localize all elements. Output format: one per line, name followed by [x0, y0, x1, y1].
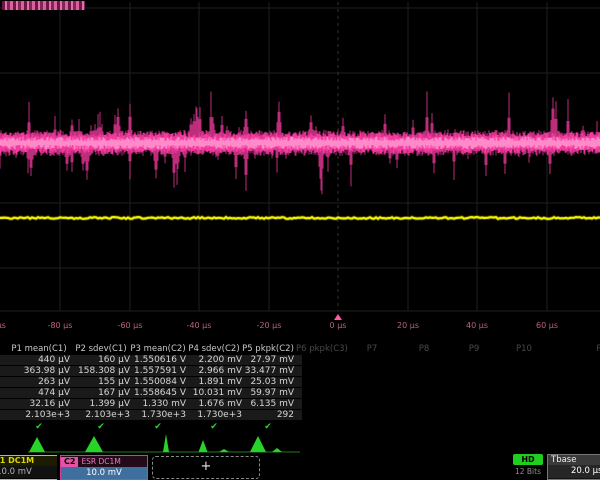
measurement-cell: 2.103e+3 [72, 410, 130, 420]
channel-c2-header: C2 ESR DC1M [61, 456, 147, 467]
time-tick-label: 40 µs [466, 321, 488, 330]
measurement-cell: 1.891 mV [186, 377, 242, 387]
measurement-header-p5[interactable]: P5 pkpk(C2) [242, 344, 294, 354]
measurement-cell: 25.03 mV [242, 377, 294, 387]
time-tick-label: 20 µs [397, 321, 419, 330]
measurement-cell: 2.966 mV [186, 366, 242, 376]
measurement-cell: 1.557591 V [130, 366, 186, 376]
channel-c1-scale: 10.0 mV [0, 466, 57, 478]
bottom-bar: C1 DC1M 10.0 mV C2 ESR DC1M 10.0 mV + HD… [0, 452, 600, 480]
timebase-label: Tbase [548, 455, 600, 465]
measurement-header-dim[interactable]: P8 [404, 344, 444, 354]
timebase-scale: 20.0 µs/div [548, 465, 600, 478]
histicon-peak [199, 440, 208, 452]
timebase-descriptor[interactable]: Tbase 20.0 µs/div [547, 454, 600, 480]
measurement-cell: 363.98 µV [8, 366, 70, 376]
hd-mode-badge[interactable]: HD [513, 454, 543, 465]
time-tick-label: 60 µs [536, 321, 558, 330]
measurement-cell: 6.135 mV [242, 399, 294, 409]
channel-c2-coupling: ESR DC1M [81, 457, 120, 466]
graticule [0, 2, 600, 311]
measurement-header-dim[interactable]: P9 [454, 344, 494, 354]
measurement-header-dim[interactable]: P6 pkpk(C3) [296, 344, 346, 354]
measurement-cell: 2.200 mV [186, 355, 242, 365]
measurement-cell: 158.308 µV [72, 366, 130, 376]
channel-c1-box[interactable]: C1 DC1M 10.0 mV [0, 455, 57, 480]
measurement-cell: 10.031 mV [186, 388, 242, 398]
measurement-cell: 2.103e+3 [8, 410, 70, 420]
measurement-cell: 155 µV [72, 377, 130, 387]
measurement-header-p2[interactable]: P2 sdev(C1) [72, 344, 130, 354]
measurement-cell: 1.330 mV [130, 399, 186, 409]
histicon-peak [85, 436, 103, 452]
measurement-cell: 27.97 mV [242, 355, 294, 365]
measurement-status-check: ✔ [242, 421, 294, 433]
timebase-box[interactable]: Tbase 20.0 µs/div [547, 454, 600, 480]
time-tick-label: -80 µs [48, 321, 73, 330]
waveform-display[interactable] [0, 0, 600, 318]
measurement-cell: 1.550616 V [130, 355, 186, 365]
histicon-peak [29, 437, 45, 452]
oscilloscope-screen: -100 µs -80 µs -60 µs -40 µs -20 µs 0 µs 20 µs… [0, 0, 600, 480]
histicon-peak [163, 434, 169, 452]
measurement-cell: 440 µV [8, 355, 70, 365]
measurement-cell: 59.97 mV [242, 388, 294, 398]
measurement-header-p4[interactable]: P4 sdev(C2) [186, 344, 242, 354]
measurement-header-dim[interactable]: P [584, 344, 600, 354]
measurement-cell: 167 µV [72, 388, 130, 398]
time-tick-label: 0 µs [330, 321, 347, 330]
channel-c1-label: C1 DC1M [0, 456, 57, 466]
hd-bits-label: 12 Bits [508, 467, 548, 476]
channel-c2-descriptor[interactable]: C2 ESR DC1M 10.0 mV [60, 455, 148, 480]
measurement-status-check: ✔ [186, 421, 242, 433]
time-axis: -100 µs -80 µs -60 µs -40 µs -20 µs 0 µs 20 µs… [0, 312, 600, 342]
time-tick-label: -20 µs [257, 321, 282, 330]
measurement-status-check: ✔ [130, 421, 186, 433]
measurement-table: P1 mean(C1)440 µV363.98 µV263 µV474 µV32… [0, 343, 600, 435]
measurement-cell: 1.558645 V [130, 388, 186, 398]
measurement-status-check: ✔ [72, 421, 130, 433]
logo-badge [2, 1, 85, 10]
measurement-cell: 263 µV [8, 377, 70, 387]
measurement-header-dim[interactable]: P7 [352, 344, 392, 354]
time-tick-label: -100 µs [0, 321, 6, 330]
measurement-cell: 474 µV [8, 388, 70, 398]
time-tick-label: -40 µs [187, 321, 212, 330]
measurement-cell: 1.399 µV [72, 399, 130, 409]
measurement-cell: 1.730e+3 [130, 410, 186, 420]
measurement-cell: 160 µV [72, 355, 130, 365]
measurement-header-dim[interactable]: P10 [504, 344, 544, 354]
trigger-time-marker[interactable] [334, 314, 342, 320]
add-trace-button[interactable]: + [152, 456, 260, 479]
measurement-header-p3[interactable]: P3 mean(C2) [130, 344, 186, 354]
channel-c2-scale: 10.0 mV [61, 467, 147, 479]
measurement-cell: 1.730e+3 [186, 410, 242, 420]
time-tick-label: -60 µs [118, 321, 143, 330]
channel-c2-badge: C2 [61, 457, 78, 467]
histicon-peak [250, 436, 266, 452]
channel-c1-descriptor[interactable]: C1 DC1M 10.0 mV [0, 455, 57, 480]
measurement-cell: 32.16 µV [8, 399, 70, 409]
measurement-cell: 33.477 mV [242, 366, 294, 376]
measurement-cell: 1.676 mV [186, 399, 242, 409]
plus-icon: + [201, 459, 212, 474]
measurement-status-check: ✔ [8, 421, 70, 433]
measurement-header-p1[interactable]: P1 mean(C1) [8, 344, 70, 354]
measurement-cell: 1.550084 V [130, 377, 186, 387]
measurement-cell: 292 [242, 410, 294, 420]
